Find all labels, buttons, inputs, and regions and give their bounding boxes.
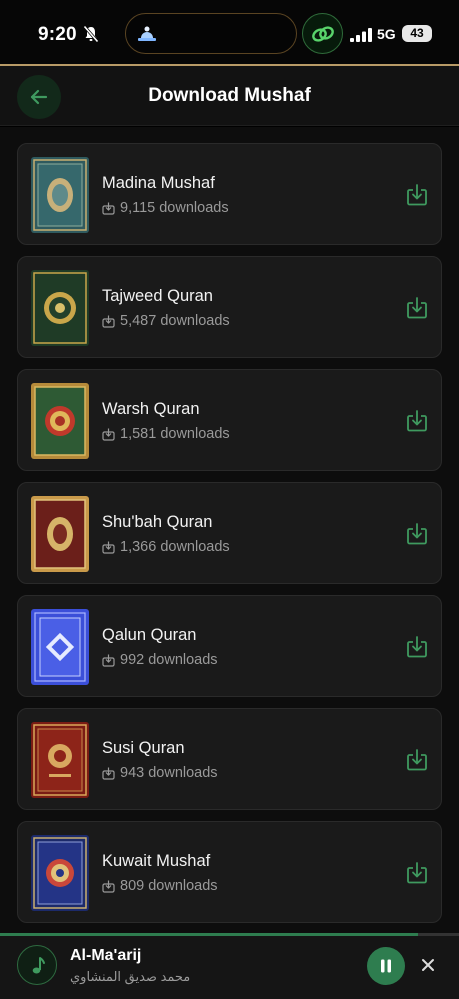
playback-progress-bar[interactable] xyxy=(0,933,459,936)
mushaf-card-susi[interactable]: Susi Quran 943 downloads xyxy=(17,708,442,810)
mushaf-list: Madina Mushaf 9,115 downloads Tajweed Qu… xyxy=(0,127,459,937)
now-playing-button[interactable] xyxy=(17,945,57,985)
battery-indicator: 43 xyxy=(402,25,432,42)
mushaf-card-tajweed[interactable]: Tajweed Quran 5,487 downloads xyxy=(17,256,442,358)
mushaf-name: Madina Mushaf xyxy=(102,174,215,192)
mushaf-name: Shu'bah Quran xyxy=(102,513,213,531)
mushaf-name: Warsh Quran xyxy=(102,400,200,418)
mushaf-cover-image xyxy=(31,835,89,911)
download-small-icon xyxy=(102,315,115,328)
download-count-text: 5,487 downloads xyxy=(120,313,230,329)
download-icon[interactable] xyxy=(405,522,429,546)
app-header: Download Mushaf xyxy=(0,66,459,126)
status-time: 9:20 xyxy=(38,24,77,45)
dynamic-island[interactable] xyxy=(125,13,297,54)
network-type: 5G xyxy=(377,26,396,42)
track-title: Al-Ma'arij xyxy=(70,947,142,964)
close-icon[interactable] xyxy=(418,955,438,975)
music-note-icon xyxy=(32,957,45,974)
mushaf-card-kuwait[interactable]: Kuwait Mushaf 809 downloads xyxy=(17,821,442,923)
mushaf-card-qalun[interactable]: Qalun Quran 992 downloads xyxy=(17,595,442,697)
download-small-icon xyxy=(102,541,115,554)
download-small-icon xyxy=(102,767,115,780)
mushaf-card-madina[interactable]: Madina Mushaf 9,115 downloads xyxy=(17,143,442,245)
mushaf-name: Tajweed Quran xyxy=(102,287,213,305)
download-icon[interactable] xyxy=(405,183,429,207)
download-count-text: 992 downloads xyxy=(120,652,218,668)
status-bar: 9:20 5G 43 xyxy=(0,0,459,66)
live-activity-chip[interactable] xyxy=(302,13,343,54)
mini-player[interactable]: Al-Ma'arij محمد صديق المنشاوي xyxy=(0,933,459,999)
mushaf-cover-image xyxy=(31,609,89,685)
mushaf-card-shubah[interactable]: Shu'bah Quran 1,366 downloads xyxy=(17,482,442,584)
mushaf-cover-image xyxy=(31,722,89,798)
download-small-icon xyxy=(102,428,115,441)
reciter-name: محمد صديق المنشاوي xyxy=(70,969,191,984)
download-count-text: 1,366 downloads xyxy=(120,539,230,555)
download-small-icon xyxy=(102,880,115,893)
mushaf-cover-image xyxy=(31,157,89,233)
page-title: Download Mushaf xyxy=(148,85,311,106)
download-small-icon xyxy=(102,654,115,667)
cellular-signal-icon xyxy=(350,28,372,42)
download-small-icon xyxy=(102,202,115,215)
mushaf-cover-image xyxy=(31,496,89,572)
mushaf-name: Kuwait Mushaf xyxy=(102,852,211,870)
download-count: 992 downloads xyxy=(102,652,218,668)
mushaf-cover-image xyxy=(31,383,89,459)
download-count-text: 9,115 downloads xyxy=(120,200,229,216)
download-count-text: 943 downloads xyxy=(120,765,218,781)
download-count: 943 downloads xyxy=(102,765,218,781)
download-count: 9,115 downloads xyxy=(102,200,229,216)
mushaf-card-warsh[interactable]: Warsh Quran 1,581 downloads xyxy=(17,369,442,471)
download-icon[interactable] xyxy=(405,409,429,433)
pause-button[interactable] xyxy=(367,947,405,985)
mushaf-cover-image xyxy=(31,270,89,346)
download-count: 1,366 downloads xyxy=(102,539,230,555)
download-count-text: 809 downloads xyxy=(120,878,218,894)
download-icon[interactable] xyxy=(405,635,429,659)
download-count: 5,487 downloads xyxy=(102,313,230,329)
download-count: 809 downloads xyxy=(102,878,218,894)
download-count: 1,581 downloads xyxy=(102,426,230,442)
bell-off-icon xyxy=(83,25,99,43)
mushaf-name: Susi Quran xyxy=(102,739,185,757)
pause-icon xyxy=(381,959,391,973)
download-icon[interactable] xyxy=(405,296,429,320)
download-icon[interactable] xyxy=(405,748,429,772)
playback-progress-fill xyxy=(0,933,418,936)
sunrise-icon xyxy=(138,26,156,41)
download-count-text: 1,581 downloads xyxy=(120,426,230,442)
mushaf-name: Qalun Quran xyxy=(102,626,197,644)
download-icon[interactable] xyxy=(405,861,429,885)
link-icon xyxy=(312,26,334,42)
